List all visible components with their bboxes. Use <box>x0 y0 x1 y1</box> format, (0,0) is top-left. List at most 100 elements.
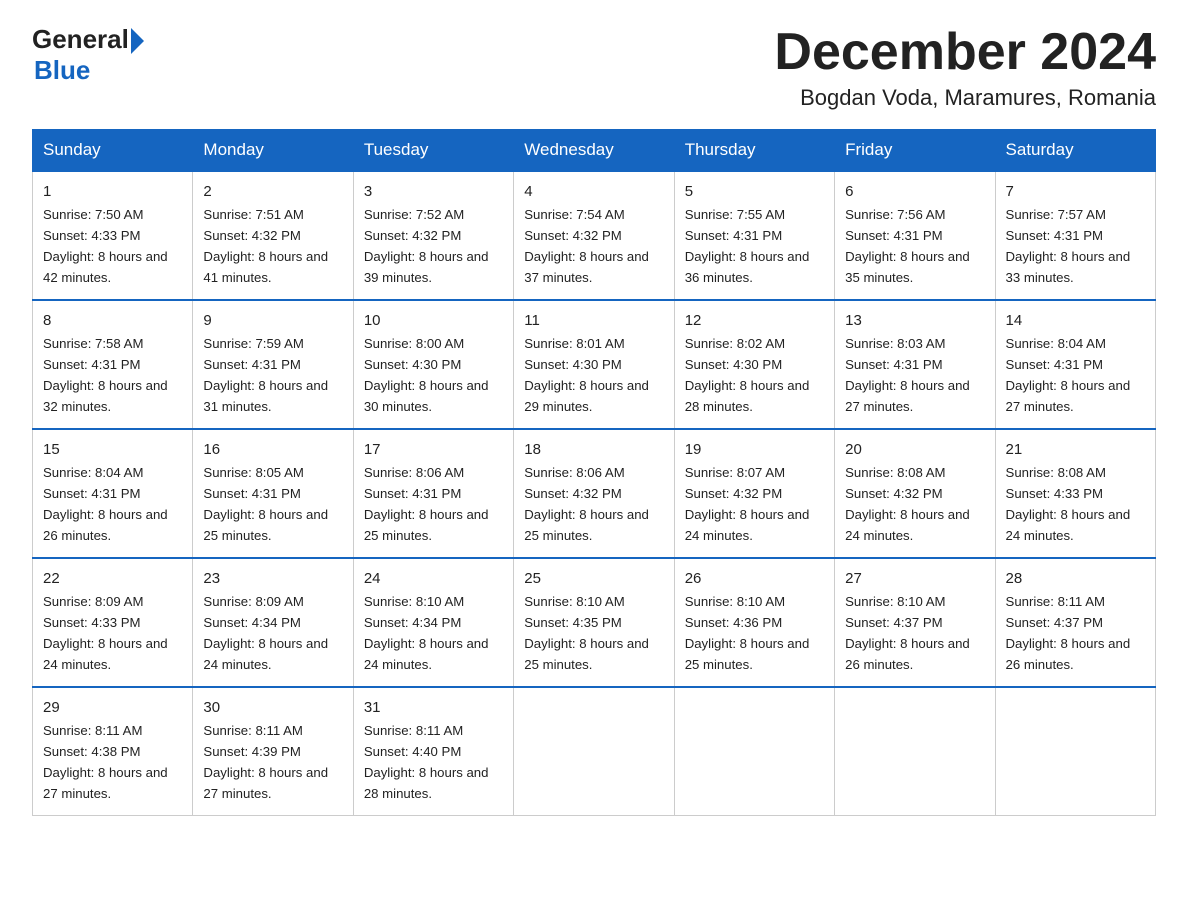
table-row: 11 Sunrise: 8:01 AMSunset: 4:30 PMDayligh… <box>514 300 674 429</box>
day-number: 14 <box>1006 309 1145 332</box>
day-number: 31 <box>364 696 503 719</box>
day-info: Sunrise: 8:00 AMSunset: 4:30 PMDaylight:… <box>364 336 489 414</box>
month-title: December 2024 <box>774 24 1156 81</box>
day-number: 10 <box>364 309 503 332</box>
table-row: 4 Sunrise: 7:54 AMSunset: 4:32 PMDaylight… <box>514 171 674 300</box>
day-info: Sunrise: 8:08 AMSunset: 4:32 PMDaylight:… <box>845 465 970 543</box>
header-wednesday: Wednesday <box>514 130 674 172</box>
day-number: 20 <box>845 438 984 461</box>
table-row: 17 Sunrise: 8:06 AMSunset: 4:31 PMDayligh… <box>353 429 513 558</box>
table-row: 26 Sunrise: 8:10 AMSunset: 4:36 PMDayligh… <box>674 558 834 687</box>
day-info: Sunrise: 8:04 AMSunset: 4:31 PMDaylight:… <box>1006 336 1131 414</box>
table-row: 18 Sunrise: 8:06 AMSunset: 4:32 PMDayligh… <box>514 429 674 558</box>
location-title: Bogdan Voda, Maramures, Romania <box>774 85 1156 111</box>
day-info: Sunrise: 7:59 AMSunset: 4:31 PMDaylight:… <box>203 336 328 414</box>
table-row: 22 Sunrise: 8:09 AMSunset: 4:33 PMDayligh… <box>33 558 193 687</box>
day-info: Sunrise: 8:09 AMSunset: 4:34 PMDaylight:… <box>203 594 328 672</box>
day-info: Sunrise: 8:10 AMSunset: 4:34 PMDaylight:… <box>364 594 489 672</box>
day-number: 27 <box>845 567 984 590</box>
day-info: Sunrise: 8:11 AMSunset: 4:38 PMDaylight:… <box>43 723 168 801</box>
day-number: 21 <box>1006 438 1145 461</box>
day-info: Sunrise: 7:52 AMSunset: 4:32 PMDaylight:… <box>364 207 489 285</box>
day-number: 19 <box>685 438 824 461</box>
day-info: Sunrise: 8:11 AMSunset: 4:40 PMDaylight:… <box>364 723 489 801</box>
day-number: 23 <box>203 567 342 590</box>
day-info: Sunrise: 7:54 AMSunset: 4:32 PMDaylight:… <box>524 207 649 285</box>
calendar-header-row: Sunday Monday Tuesday Wednesday Thursday… <box>33 130 1156 172</box>
header: General Blue December 2024 Bogdan Voda, … <box>32 24 1156 111</box>
calendar-week-row: 8 Sunrise: 7:58 AMSunset: 4:31 PMDaylight… <box>33 300 1156 429</box>
day-number: 4 <box>524 180 663 203</box>
table-row: 13Sunrise: 8:03 AMSunset: 4:31 PMDayligh… <box>835 300 995 429</box>
table-row: 3 Sunrise: 7:52 AMSunset: 4:32 PMDaylight… <box>353 171 513 300</box>
day-info: Sunrise: 7:51 AMSunset: 4:32 PMDaylight:… <box>203 207 328 285</box>
table-row: 8 Sunrise: 7:58 AMSunset: 4:31 PMDaylight… <box>33 300 193 429</box>
day-number: 9 <box>203 309 342 332</box>
table-row: 15 Sunrise: 8:04 AMSunset: 4:31 PMDayligh… <box>33 429 193 558</box>
header-saturday: Saturday <box>995 130 1155 172</box>
header-tuesday: Tuesday <box>353 130 513 172</box>
day-info: Sunrise: 8:10 AMSunset: 4:37 PMDaylight:… <box>845 594 970 672</box>
table-row: 27 Sunrise: 8:10 AMSunset: 4:37 PMDayligh… <box>835 558 995 687</box>
day-info: Sunrise: 8:10 AMSunset: 4:35 PMDaylight:… <box>524 594 649 672</box>
day-number: 8 <box>43 309 182 332</box>
day-info: Sunrise: 7:58 AMSunset: 4:31 PMDaylight:… <box>43 336 168 414</box>
day-info: Sunrise: 8:01 AMSunset: 4:30 PMDaylight:… <box>524 336 649 414</box>
day-info: Sunrise: 8:11 AMSunset: 4:37 PMDaylight:… <box>1006 594 1131 672</box>
day-number: 13 <box>845 309 984 332</box>
table-row: 20 Sunrise: 8:08 AMSunset: 4:32 PMDayligh… <box>835 429 995 558</box>
table-row: 16 Sunrise: 8:05 AMSunset: 4:31 PMDayligh… <box>193 429 353 558</box>
day-number: 18 <box>524 438 663 461</box>
day-number: 12 <box>685 309 824 332</box>
table-row: 6Sunrise: 7:56 AMSunset: 4:31 PMDaylight… <box>835 171 995 300</box>
table-row: 23 Sunrise: 8:09 AMSunset: 4:34 PMDayligh… <box>193 558 353 687</box>
table-row: 10 Sunrise: 8:00 AMSunset: 4:30 PMDayligh… <box>353 300 513 429</box>
day-number: 5 <box>685 180 824 203</box>
day-info: Sunrise: 8:04 AMSunset: 4:31 PMDaylight:… <box>43 465 168 543</box>
day-info: Sunrise: 8:06 AMSunset: 4:32 PMDaylight:… <box>524 465 649 543</box>
table-row: 28 Sunrise: 8:11 AMSunset: 4:37 PMDayligh… <box>995 558 1155 687</box>
day-info: Sunrise: 8:10 AMSunset: 4:36 PMDaylight:… <box>685 594 810 672</box>
day-number: 1 <box>43 180 182 203</box>
day-info: Sunrise: 7:55 AMSunset: 4:31 PMDaylight:… <box>685 207 810 285</box>
header-sunday: Sunday <box>33 130 193 172</box>
table-row: 19 Sunrise: 8:07 AMSunset: 4:32 PMDayligh… <box>674 429 834 558</box>
day-number: 28 <box>1006 567 1145 590</box>
day-number: 25 <box>524 567 663 590</box>
day-number: 17 <box>364 438 503 461</box>
table-row: 1 Sunrise: 7:50 AMSunset: 4:33 PMDaylight… <box>33 171 193 300</box>
logo: General Blue <box>32 24 144 86</box>
table-row: 24Sunrise: 8:10 AMSunset: 4:34 PMDayligh… <box>353 558 513 687</box>
header-monday: Monday <box>193 130 353 172</box>
table-row: 30Sunrise: 8:11 AMSunset: 4:39 PMDayligh… <box>193 687 353 815</box>
header-thursday: Thursday <box>674 130 834 172</box>
table-row: 9 Sunrise: 7:59 AMSunset: 4:31 PMDaylight… <box>193 300 353 429</box>
table-row <box>835 687 995 815</box>
day-number: 16 <box>203 438 342 461</box>
day-info: Sunrise: 8:05 AMSunset: 4:31 PMDaylight:… <box>203 465 328 543</box>
table-row: 14 Sunrise: 8:04 AMSunset: 4:31 PMDayligh… <box>995 300 1155 429</box>
day-info: Sunrise: 8:02 AMSunset: 4:30 PMDaylight:… <box>685 336 810 414</box>
day-number: 3 <box>364 180 503 203</box>
table-row: 29 Sunrise: 8:11 AMSunset: 4:38 PMDayligh… <box>33 687 193 815</box>
title-area: December 2024 Bogdan Voda, Maramures, Ro… <box>774 24 1156 111</box>
day-number: 22 <box>43 567 182 590</box>
day-number: 11 <box>524 309 663 332</box>
day-number: 2 <box>203 180 342 203</box>
table-row: 31 Sunrise: 8:11 AMSunset: 4:40 PMDayligh… <box>353 687 513 815</box>
table-row <box>995 687 1155 815</box>
day-number: 26 <box>685 567 824 590</box>
day-info: Sunrise: 8:07 AMSunset: 4:32 PMDaylight:… <box>685 465 810 543</box>
calendar-week-row: 15 Sunrise: 8:04 AMSunset: 4:31 PMDayligh… <box>33 429 1156 558</box>
calendar-week-row: 22 Sunrise: 8:09 AMSunset: 4:33 PMDayligh… <box>33 558 1156 687</box>
table-row: 12 Sunrise: 8:02 AMSunset: 4:30 PMDayligh… <box>674 300 834 429</box>
day-number: 15 <box>43 438 182 461</box>
day-info: Sunrise: 7:50 AMSunset: 4:33 PMDaylight:… <box>43 207 168 285</box>
day-number: 29 <box>43 696 182 719</box>
day-info: Sunrise: 8:08 AMSunset: 4:33 PMDaylight:… <box>1006 465 1131 543</box>
day-info: Sunrise: 8:06 AMSunset: 4:31 PMDaylight:… <box>364 465 489 543</box>
day-info: Sunrise: 8:09 AMSunset: 4:33 PMDaylight:… <box>43 594 168 672</box>
table-row: 5 Sunrise: 7:55 AMSunset: 4:31 PMDaylight… <box>674 171 834 300</box>
day-number: 7 <box>1006 180 1145 203</box>
day-number: 6 <box>845 180 984 203</box>
